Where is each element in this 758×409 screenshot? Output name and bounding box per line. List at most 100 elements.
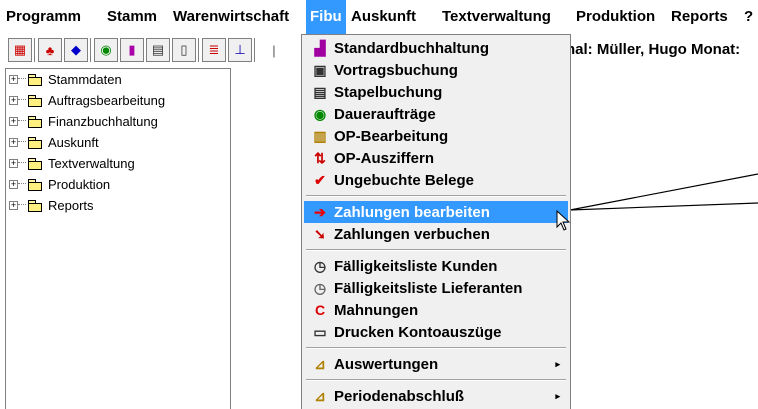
menu-stamm[interactable]: Stamm: [107, 0, 157, 34]
menu-item-label: OP-Bearbeitung: [334, 127, 449, 145]
submenu-arrow-icon: ▸: [555, 358, 560, 369]
tree-item-label: Stammdaten: [48, 71, 122, 87]
menu-fibu[interactable]: Fibu: [306, 0, 346, 34]
chart-icon[interactable]: ▮: [120, 38, 144, 62]
folder-icon: [28, 137, 42, 149]
production-icon[interactable]: ⊥: [228, 38, 252, 62]
tree-item-label: Auskunft: [48, 134, 99, 150]
expand-icon[interactable]: +: [9, 116, 18, 126]
diamond-icon[interactable]: ◆: [64, 38, 88, 62]
menu-separator: [306, 195, 566, 197]
menu-separator: [306, 379, 566, 381]
expand-icon[interactable]: +: [9, 179, 18, 189]
clock-icon: ◷: [313, 279, 327, 296]
menu-programm[interactable]: Programm: [6, 0, 81, 34]
menu-item-ungebuchte-belege[interactable]: ✔ Ungebuchte Belege: [304, 169, 568, 191]
warning-icon: C: [314, 302, 326, 318]
menu-item-label: Daueraufträge: [334, 105, 436, 123]
menu-item-faelligkeitsliste-lieferanten[interactable]: ◷ Fälligkeitsliste Lieferanten: [304, 277, 568, 299]
menu-item-drucken-kontoauszuege[interactable]: ▭ Drucken Kontoauszüge: [304, 321, 568, 343]
menu-item-label: Drucken Kontoauszüge: [334, 323, 502, 341]
notepad-icon[interactable]: ▯: [172, 38, 196, 62]
menu-textverwaltung[interactable]: Textverwaltung: [442, 0, 551, 34]
tree-item-finanzbuchhaltung[interactable]: + Finanzbuchhaltung: [9, 111, 158, 131]
menu-item-label: Standardbuchhaltung: [334, 39, 489, 57]
hammer-icon: ➘: [314, 225, 326, 242]
tree-item-produktion[interactable]: + Produktion: [9, 174, 110, 194]
folder-icon: [28, 116, 42, 128]
folder-icon: [28, 179, 42, 191]
menu-item-label: Zahlungen verbuchen: [334, 225, 490, 243]
navigation-tree[interactable]: + Stammdaten + Auftragsbearbeitung + Fin…: [5, 68, 231, 409]
menu-item-zahlungen-verbuchen[interactable]: ➘ Zahlungen verbuchen: [304, 223, 568, 245]
menu-separator: [306, 347, 566, 349]
menu-item-label: Auswertungen: [334, 355, 439, 373]
menu-separator: [306, 249, 566, 251]
cycle-icon: ◉: [313, 105, 327, 122]
menu-item-label: Zahlungen bearbeiten: [334, 203, 490, 221]
expand-icon[interactable]: +: [9, 137, 18, 147]
menu-bar: Programm Stamm Warenwirtschaft Fibu Ausk…: [0, 0, 758, 34]
statement-icon: ▭: [313, 323, 327, 340]
expand-icon[interactable]: +: [9, 200, 18, 210]
chart-icon: ▟: [314, 39, 326, 56]
menu-item-label: OP-Ausziffern: [334, 149, 435, 167]
menu-item-op-ausziffern[interactable]: ⇅ OP-Ausziffern: [304, 147, 568, 169]
menu-item-label: Fälligkeitsliste Kunden: [334, 257, 498, 275]
menu-item-stapelbuchung[interactable]: ▤ Stapelbuchung: [304, 81, 568, 103]
menu-item-standardbuchhaltung[interactable]: ▟ Standardbuchhaltung: [304, 37, 568, 59]
calendar-icon[interactable]: ▦: [8, 38, 32, 62]
checkmark-icon: ✔: [314, 171, 326, 188]
fibu-dropdown-menu: ▟ Standardbuchhaltung ▣ Vortragsbuchung …: [301, 34, 571, 409]
tree-item-textverwaltung[interactable]: + Textverwaltung: [9, 153, 135, 173]
tree-item-label: Textverwaltung: [48, 155, 135, 171]
document-icon: ▣: [313, 61, 327, 78]
stack-icon[interactable]: ▤: [146, 38, 170, 62]
user-info: nal: Müller, Hugo Monat:: [566, 41, 741, 58]
separator-icon: |: [272, 42, 276, 58]
folder-open-icon: ⊿: [314, 355, 326, 372]
folder-icon: [28, 200, 42, 212]
menu-item-zahlungen-bearbeiten[interactable]: ➔ Zahlungen bearbeiten: [304, 201, 568, 223]
tree-item-label: Finanzbuchhaltung: [48, 113, 158, 129]
menu-reports[interactable]: Reports: [671, 0, 728, 34]
tree-item-label: Reports: [48, 197, 94, 213]
menu-item-periodenabschluss[interactable]: ⊿ Periodenabschluß ▸: [304, 385, 568, 407]
expand-icon[interactable]: +: [9, 95, 18, 105]
tree-item-stammdaten[interactable]: + Stammdaten: [9, 69, 122, 89]
submenu-arrow-icon: ▸: [555, 390, 560, 401]
text-icon[interactable]: ≣: [202, 38, 226, 62]
menu-item-label: Fälligkeitsliste Lieferanten: [334, 279, 523, 297]
menu-produktion[interactable]: Produktion: [576, 0, 655, 34]
menu-item-faelligkeitsliste-kunden[interactable]: ◷ Fälligkeitsliste Kunden: [304, 255, 568, 277]
folder-icon: [28, 74, 42, 86]
tree-item-reports[interactable]: + Reports: [9, 195, 94, 215]
menu-help[interactable]: ?: [744, 0, 753, 34]
menu-item-vortragsbuchung[interactable]: ▣ Vortragsbuchung: [304, 59, 568, 81]
cycle-icon[interactable]: ◉: [94, 38, 118, 62]
toolbar-separator: [254, 38, 258, 62]
expand-icon[interactable]: +: [9, 74, 18, 84]
tree-item-auftragsbearbeitung[interactable]: + Auftragsbearbeitung: [9, 90, 165, 110]
people-icon[interactable]: ♣: [38, 38, 62, 62]
menu-warenwirtschaft[interactable]: Warenwirtschaft: [173, 0, 289, 34]
folder-icon: [28, 95, 42, 107]
arrows-icon: ⇅: [314, 149, 326, 166]
tree-item-label: Auftragsbearbeitung: [48, 92, 166, 108]
toolbar: ▦ ♣ ◆ ◉ ▮ ▤ ▯ ≣ ⊥ |: [0, 34, 305, 68]
menu-item-op-bearbeitung[interactable]: ▥ OP-Bearbeitung: [304, 125, 568, 147]
folder-open-icon: ⊿: [314, 387, 326, 404]
stack-icon: ▤: [313, 83, 327, 100]
folder-icon: [28, 158, 42, 170]
menu-item-dauerauftraege[interactable]: ◉ Daueraufträge: [304, 103, 568, 125]
menu-auskunft[interactable]: Auskunft: [351, 0, 416, 34]
menu-item-mahnungen[interactable]: C Mahnungen: [304, 299, 568, 321]
menu-item-auswertungen[interactable]: ⊿ Auswertungen ▸: [304, 353, 568, 375]
menu-item-label: Ungebuchte Belege: [334, 171, 475, 189]
expand-icon[interactable]: +: [9, 158, 18, 168]
menu-item-label: Stapelbuchung: [334, 83, 443, 101]
tree-item-auskunft[interactable]: + Auskunft: [9, 132, 99, 152]
menu-item-label: Periodenabschluß: [334, 387, 465, 405]
menu-item-label: Vortragsbuchung: [334, 61, 458, 79]
printer-icon: ▥: [313, 127, 327, 144]
